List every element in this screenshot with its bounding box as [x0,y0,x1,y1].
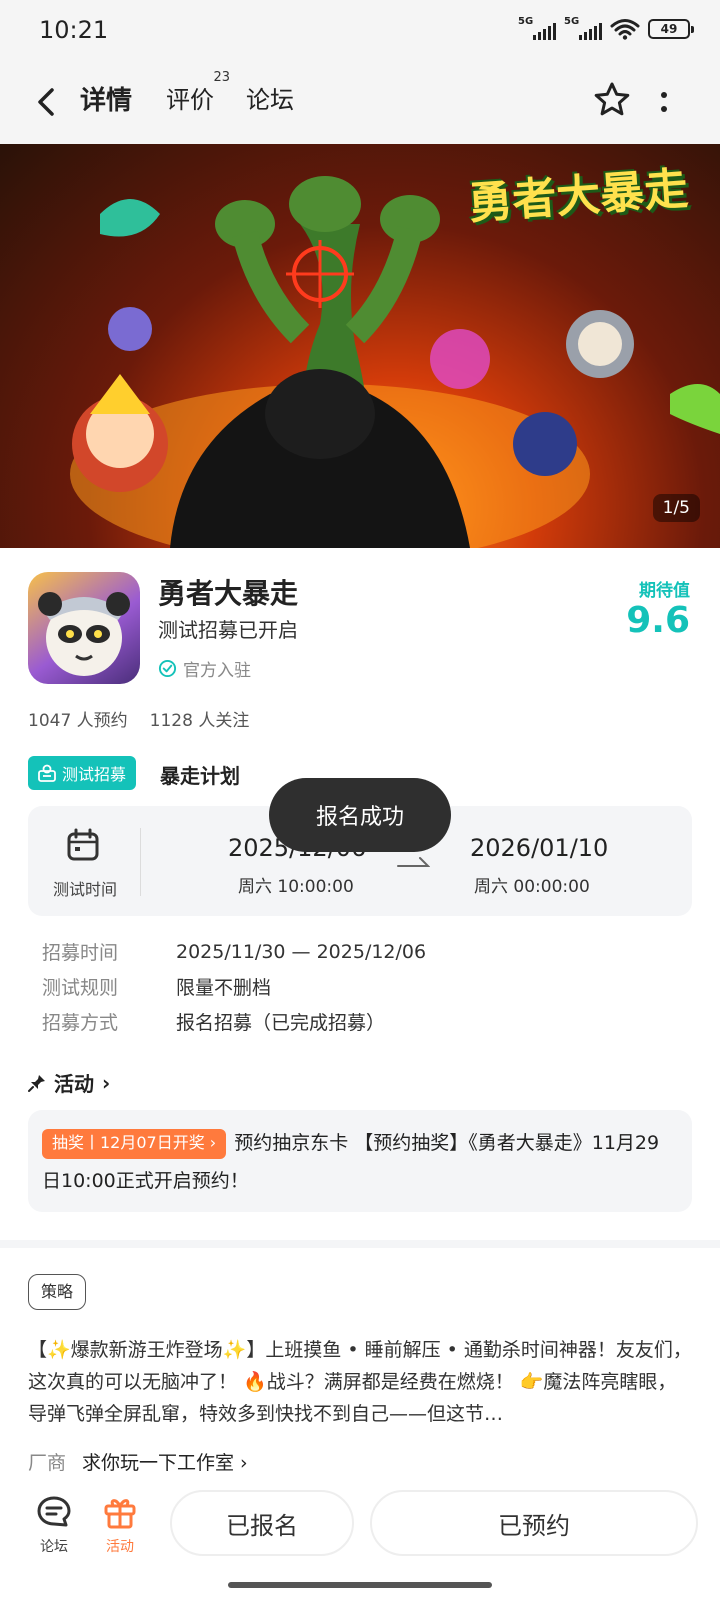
test-plan-name: 暴走计划 [160,764,240,788]
status-bar: 10:21 5G 5G 49 [0,0,720,60]
app-icon [28,572,140,684]
game-banner[interactable]: 勇者大暴走 1/5 [0,144,720,548]
signed-up-button[interactable]: 已报名 [170,1490,354,1556]
status-time: 10:21 [39,16,109,44]
calendar-icon [67,828,99,861]
vendor-label: 厂商 [28,1452,67,1474]
test-recruit-tag: 测试招募 [28,756,137,790]
test-end-time: 周六 00:00:00 [474,877,590,897]
section-separator [0,1240,720,1248]
review-count-badge: 23 [213,70,230,85]
tab-detail[interactable]: 详情 [76,80,137,117]
game-description[interactable]: 【✨爆款新游王炸登场✨】上班摸鱼 • 睡前解压 • 通勤杀时间神器！友友们，这次… [28,1334,692,1430]
vendor-name[interactable]: 求你玩一下工作室 › [82,1448,248,1475]
bottom-forum-button[interactable]: 论坛 [24,1494,84,1556]
nav-bar: 详情 评价 23 论坛 [0,60,720,144]
tab-forum[interactable]: 论坛 [246,80,294,115]
test-time-label: 测试时间 [52,880,117,899]
activity-section-link[interactable]: 活动 › [28,1068,110,1097]
home-indicator[interactable] [228,1582,492,1588]
signal-icon: 5G [518,16,556,40]
chevron-right-icon: › [102,1070,111,1095]
info-row: 测试规则 限量不删档 [42,977,272,999]
recruit-info-list: 招募时间 2025/11/30 — 2025/12/06 测试规则 限量不删档 … [42,934,426,1039]
expectation-score: 9.6 [626,600,690,641]
lottery-badge[interactable]: 抽奖丨12月07日开奖 › [42,1128,227,1159]
verified-check-icon [158,659,177,678]
signal-icon: 5G [564,16,602,40]
test-start-time: 周六 10:00:00 [238,877,354,897]
tab-review[interactable]: 评价 23 [166,70,230,115]
activity-card[interactable]: 抽奖丨12月07日开奖 › 预约抽京东卡 【预约抽奖】《勇者大暴走》11月29日1… [28,1110,692,1212]
forum-chat-icon [37,1496,71,1527]
app-title: 勇者大暴走 [158,577,299,610]
status-icons: 5G 5G 49 [518,16,694,40]
official-badge: 官方入驻 [158,656,251,681]
more-options-icon[interactable] [656,84,672,120]
info-row: 招募方式 报名招募（已完成招募） [42,1012,386,1034]
battery-icon: 49 [648,19,694,39]
reservation-count: 1047 人预约 [28,711,128,731]
stats-row: 1047 人预约 1128 人关注 [28,706,249,731]
favorite-star-icon[interactable] [592,80,632,120]
app-subtitle: 测试招募已开启 [158,618,298,642]
gift-icon [104,1499,136,1529]
arrow-right-icon [397,857,430,867]
bottom-activity-button[interactable]: 活动 [90,1494,150,1556]
pin-icon [28,1074,45,1092]
banner-page-counter: 1/5 [652,494,700,522]
toast-message: 报名成功 [269,778,451,852]
divider [140,828,141,896]
test-end-date: 2026/01/10 [470,834,609,862]
follower-count: 1128 人关注 [149,711,250,731]
expectation-label: 期待值 [639,581,690,601]
genre-tag[interactable]: 策略 [28,1274,87,1310]
recruit-icon [38,764,56,782]
wifi-icon [610,19,640,40]
back-icon[interactable] [28,82,64,122]
vendor-row[interactable]: 厂商 求你玩一下工作室 › [28,1448,248,1475]
reserved-button[interactable]: 已预约 [370,1490,698,1556]
info-row: 招募时间 2025/11/30 — 2025/12/06 [42,940,427,965]
